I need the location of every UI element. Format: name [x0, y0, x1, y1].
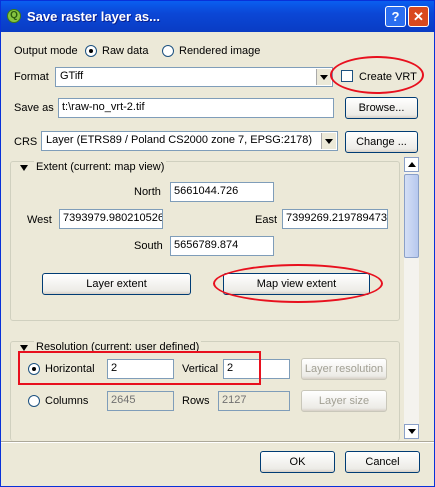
crs-label: CRS — [14, 136, 38, 148]
change-crs-button[interactable]: Change ... — [345, 131, 418, 153]
crs-combo[interactable]: Layer (ETRS89 / Poland CS2000 zone 7, EP… — [41, 131, 338, 151]
save-as-input[interactable]: t:\raw-no_vrt-2.tif — [58, 98, 334, 118]
north-input[interactable]: 5661044.726 — [170, 182, 274, 202]
columns-radio[interactable] — [28, 395, 40, 407]
layer-resolution-button[interactable]: Layer resolution — [301, 358, 387, 380]
save-raster-dialog: Q Save raster layer as... ? ✕ Output mod… — [0, 0, 435, 487]
rows-label: Rows — [182, 395, 210, 407]
cancel-button[interactable]: Cancel — [345, 451, 420, 473]
extent-header[interactable]: Extent (current: map view) — [34, 161, 167, 173]
format-label: Format — [14, 71, 49, 83]
columns-input[interactable]: 2645 — [107, 391, 174, 411]
highlight-rect-resolution — [18, 351, 261, 385]
east-input[interactable]: 7399269.219789473 — [282, 209, 388, 229]
south-input[interactable]: 5656789.874 — [170, 236, 274, 256]
scroll-down-icon[interactable] — [404, 424, 419, 439]
ok-button[interactable]: OK — [260, 451, 335, 473]
south-label: South — [134, 240, 163, 252]
footer-separator — [1, 441, 434, 443]
highlight-oval-map-view — [213, 264, 383, 303]
chevron-down-icon[interactable] — [316, 69, 331, 85]
rendered-image-label[interactable]: Rendered image — [179, 45, 260, 57]
rows-input[interactable]: 2127 — [218, 391, 290, 411]
save-as-label: Save as — [14, 102, 54, 114]
title-bar[interactable]: Q Save raster layer as... ? ✕ — [1, 1, 434, 32]
north-label: North — [134, 186, 161, 198]
qgis-icon: Q — [7, 9, 21, 23]
format-value: GTiff — [60, 70, 84, 82]
layer-size-button[interactable]: Layer size — [301, 390, 387, 412]
close-button[interactable]: ✕ — [408, 6, 429, 27]
scroll-up-icon[interactable] — [404, 157, 419, 172]
highlight-oval-create-vrt — [330, 56, 424, 94]
help-button[interactable]: ? — [385, 6, 406, 27]
east-label: East — [255, 214, 278, 226]
crs-value: Layer (ETRS89 / Poland CS2000 zone 7, EP… — [46, 134, 312, 146]
west-input[interactable]: 7393979.980210526 — [59, 209, 163, 229]
raw-data-radio[interactable] — [85, 45, 97, 57]
browse-button[interactable]: Browse... — [345, 97, 418, 119]
window-title: Save raster layer as... — [27, 9, 160, 24]
raw-data-label[interactable]: Raw data — [102, 45, 148, 57]
format-combo[interactable]: GTiff — [55, 67, 333, 87]
collapse-arrow-icon[interactable] — [20, 165, 28, 171]
scroll-thumb[interactable] — [404, 174, 419, 258]
chevron-down-icon[interactable] — [321, 133, 336, 149]
vertical-scrollbar[interactable] — [404, 157, 419, 439]
rendered-image-radio[interactable] — [162, 45, 174, 57]
west-label: West — [27, 214, 52, 226]
output-mode-label: Output mode — [14, 45, 78, 57]
columns-label[interactable]: Columns — [45, 395, 88, 407]
layer-extent-button[interactable]: Layer extent — [42, 273, 191, 295]
